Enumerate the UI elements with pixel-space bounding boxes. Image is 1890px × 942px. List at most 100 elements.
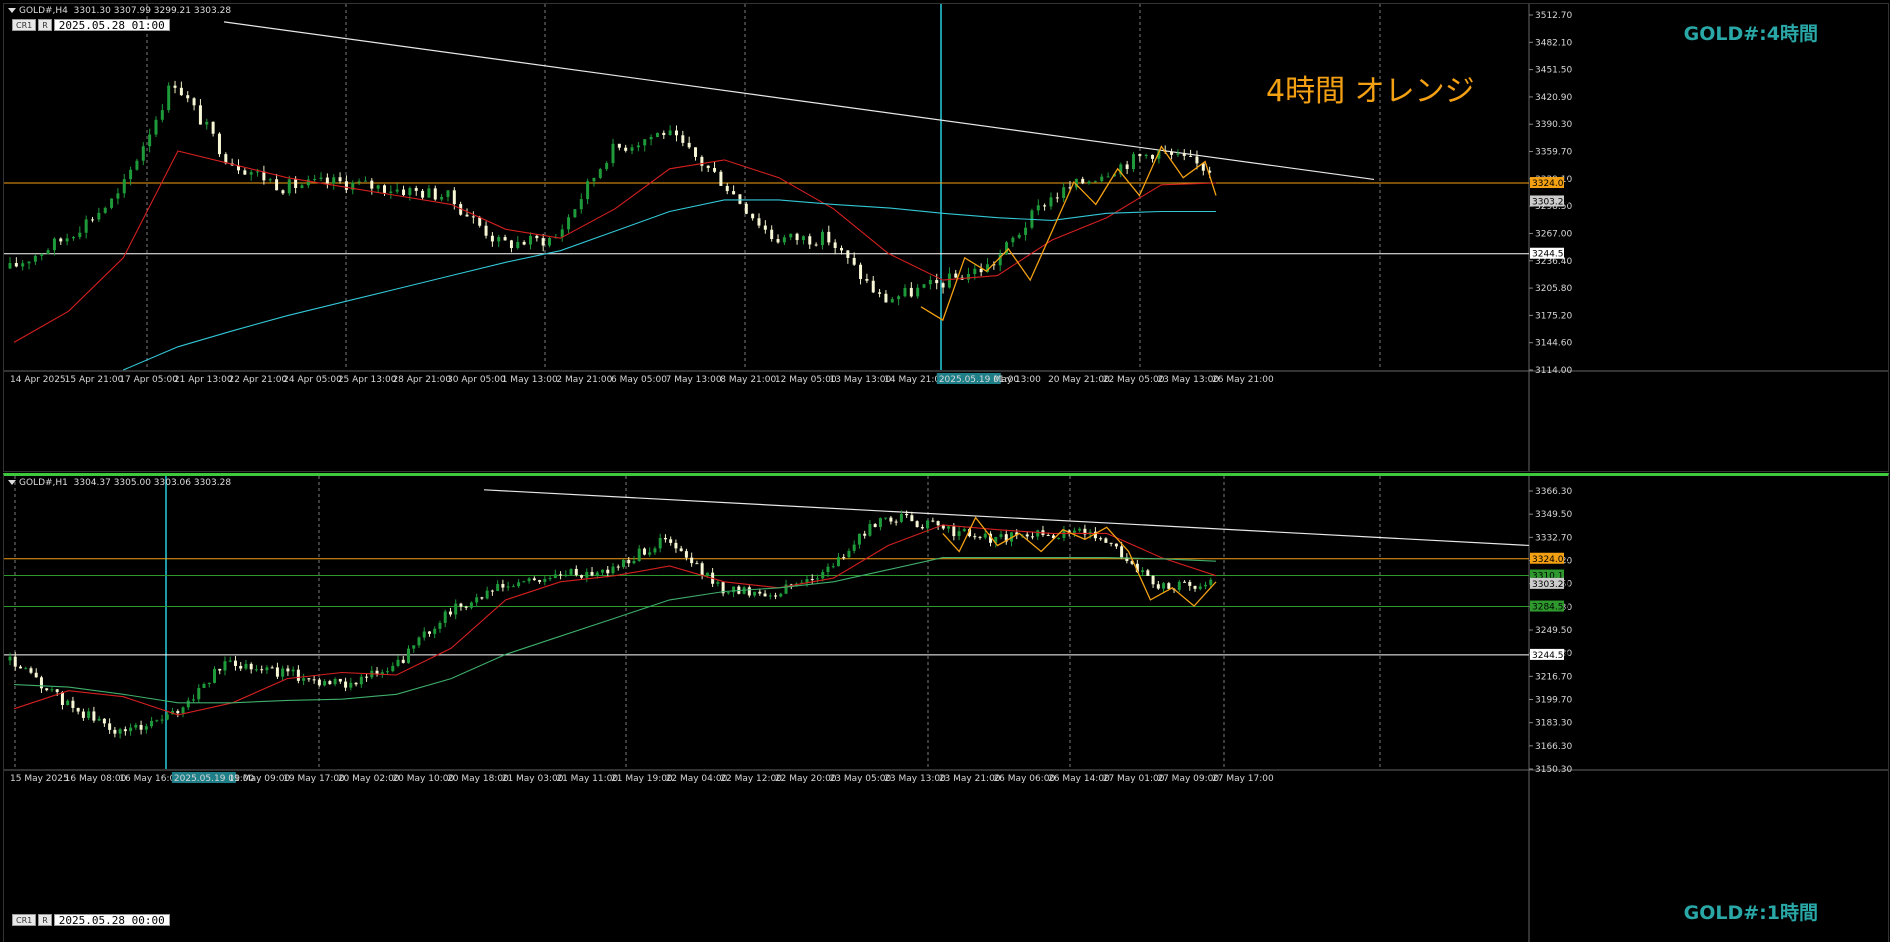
candle-body bbox=[71, 237, 75, 239]
x-tick-label: 2 May 21:00 bbox=[556, 375, 612, 385]
h4-r-button[interactable]: R bbox=[38, 19, 52, 31]
candle-body bbox=[24, 668, 28, 670]
candle-body bbox=[34, 672, 38, 678]
candle-body bbox=[627, 560, 631, 564]
h1-r-button[interactable]: R bbox=[38, 914, 52, 926]
candle-body bbox=[110, 198, 114, 208]
candle-body bbox=[108, 723, 112, 730]
candle-body bbox=[1177, 581, 1181, 590]
x-tick-label: 21 Apr 13:00 bbox=[174, 375, 233, 385]
candle-body bbox=[333, 678, 337, 685]
candle-body bbox=[427, 631, 431, 634]
candle-body bbox=[1100, 176, 1104, 182]
candle-body bbox=[700, 156, 704, 166]
candle-body bbox=[595, 572, 599, 576]
x-tick-label: 14 Apr 2025 bbox=[10, 375, 66, 385]
moving-average-line bbox=[123, 199, 1216, 371]
candle-body bbox=[548, 578, 552, 580]
candle-body bbox=[931, 520, 935, 522]
candle-body bbox=[217, 133, 221, 155]
x-tick-label: 27 May 09:00 bbox=[1157, 774, 1219, 784]
candle-body bbox=[302, 678, 306, 681]
candle-body bbox=[810, 579, 814, 581]
candle-body bbox=[522, 581, 526, 583]
x-tick-label: 16 May 08:00 bbox=[65, 774, 127, 784]
candle-body bbox=[695, 563, 699, 565]
x-tick-label: 22 May 05:00 bbox=[1103, 375, 1165, 385]
candle-body bbox=[1193, 585, 1197, 589]
x-tick-label: 8 May 21:00 bbox=[720, 375, 776, 385]
candle-body bbox=[857, 533, 861, 545]
candle-body bbox=[407, 648, 411, 663]
y-tick-label: 3420.90 bbox=[1535, 93, 1572, 103]
y-tick-label: 3512.70 bbox=[1535, 11, 1572, 21]
candle-body bbox=[690, 557, 694, 564]
candle-body bbox=[611, 143, 615, 164]
candle-body bbox=[962, 529, 966, 532]
candle-body bbox=[894, 521, 898, 523]
candle-body bbox=[1046, 535, 1050, 537]
x-tick-label: 23 May 13:00 bbox=[1157, 375, 1219, 385]
dropdown-icon[interactable] bbox=[8, 480, 16, 485]
x-tick-label: 23 May 05:00 bbox=[830, 774, 892, 784]
candle-body bbox=[150, 720, 154, 727]
candle-body bbox=[401, 659, 405, 663]
candle-body bbox=[122, 179, 126, 194]
candle-body bbox=[167, 85, 171, 111]
h1-cr-button[interactable]: CR1 bbox=[12, 914, 37, 926]
candle-body bbox=[233, 660, 237, 666]
candle-body bbox=[808, 236, 812, 245]
candle-body bbox=[910, 515, 914, 522]
dropdown-icon[interactable] bbox=[8, 8, 16, 13]
candle-body bbox=[889, 517, 893, 522]
candle-body bbox=[532, 578, 536, 581]
candle-body bbox=[983, 533, 987, 538]
x-tick-label: 22 May 04:00 bbox=[666, 774, 728, 784]
h1-toolbar: CR1 R 2025.05.28 00:00 bbox=[12, 914, 170, 926]
x-tick-label: 26 May 21:00 bbox=[1212, 375, 1274, 385]
candle-body bbox=[281, 668, 285, 677]
candle-body bbox=[382, 185, 386, 193]
candle-body bbox=[144, 726, 148, 730]
candle-body bbox=[60, 692, 64, 705]
candle-body bbox=[1182, 153, 1186, 156]
candle-body bbox=[33, 255, 37, 262]
candle-body bbox=[102, 718, 106, 724]
h1-chart-pane[interactable]: 3366.303349.503332.703316.303299.503266.… bbox=[3, 473, 1889, 942]
h4-chart-pane[interactable]: 3512.70 3482.10 3451.50 3420.90 3390.30 3359.… bbox=[3, 3, 1889, 472]
candle-body bbox=[630, 147, 634, 151]
price-badge-label: 3324.02 bbox=[1532, 179, 1569, 189]
h4-cr-button[interactable]: CR1 bbox=[12, 19, 37, 31]
candle-body bbox=[197, 687, 201, 700]
candle-body bbox=[198, 105, 202, 125]
candle-body bbox=[443, 611, 447, 623]
candle-body bbox=[747, 587, 751, 596]
candle-body bbox=[27, 261, 31, 264]
y-tick-label: 3359.70 bbox=[1535, 148, 1572, 158]
candle-body bbox=[50, 689, 54, 691]
candle-body bbox=[286, 668, 290, 672]
candle-body bbox=[39, 677, 43, 689]
candle-body bbox=[952, 526, 956, 537]
candle-body bbox=[421, 190, 425, 198]
candle-body bbox=[580, 575, 584, 578]
candle-body bbox=[97, 718, 101, 721]
candle-body bbox=[548, 238, 552, 246]
candle-body bbox=[1131, 154, 1135, 170]
candle-body bbox=[770, 229, 774, 240]
candle-body bbox=[52, 238, 56, 251]
candle-body bbox=[1209, 579, 1213, 585]
candle-body bbox=[648, 552, 652, 555]
y-tick-label: 3482.10 bbox=[1535, 38, 1572, 48]
candle-body bbox=[422, 631, 426, 638]
candle-body bbox=[663, 537, 667, 540]
candle-body bbox=[716, 582, 720, 584]
candle-body bbox=[414, 188, 418, 191]
candle-body bbox=[344, 681, 348, 688]
candle-body bbox=[118, 729, 122, 734]
candle-body bbox=[14, 263, 18, 267]
x-tick-label: 17 Apr 05:00 bbox=[119, 375, 178, 385]
chart-window: 3512.70 3482.10 3451.50 3420.90 3390.30 3359.… bbox=[0, 0, 1890, 942]
candle-body bbox=[484, 225, 488, 236]
candle-body bbox=[433, 188, 437, 200]
